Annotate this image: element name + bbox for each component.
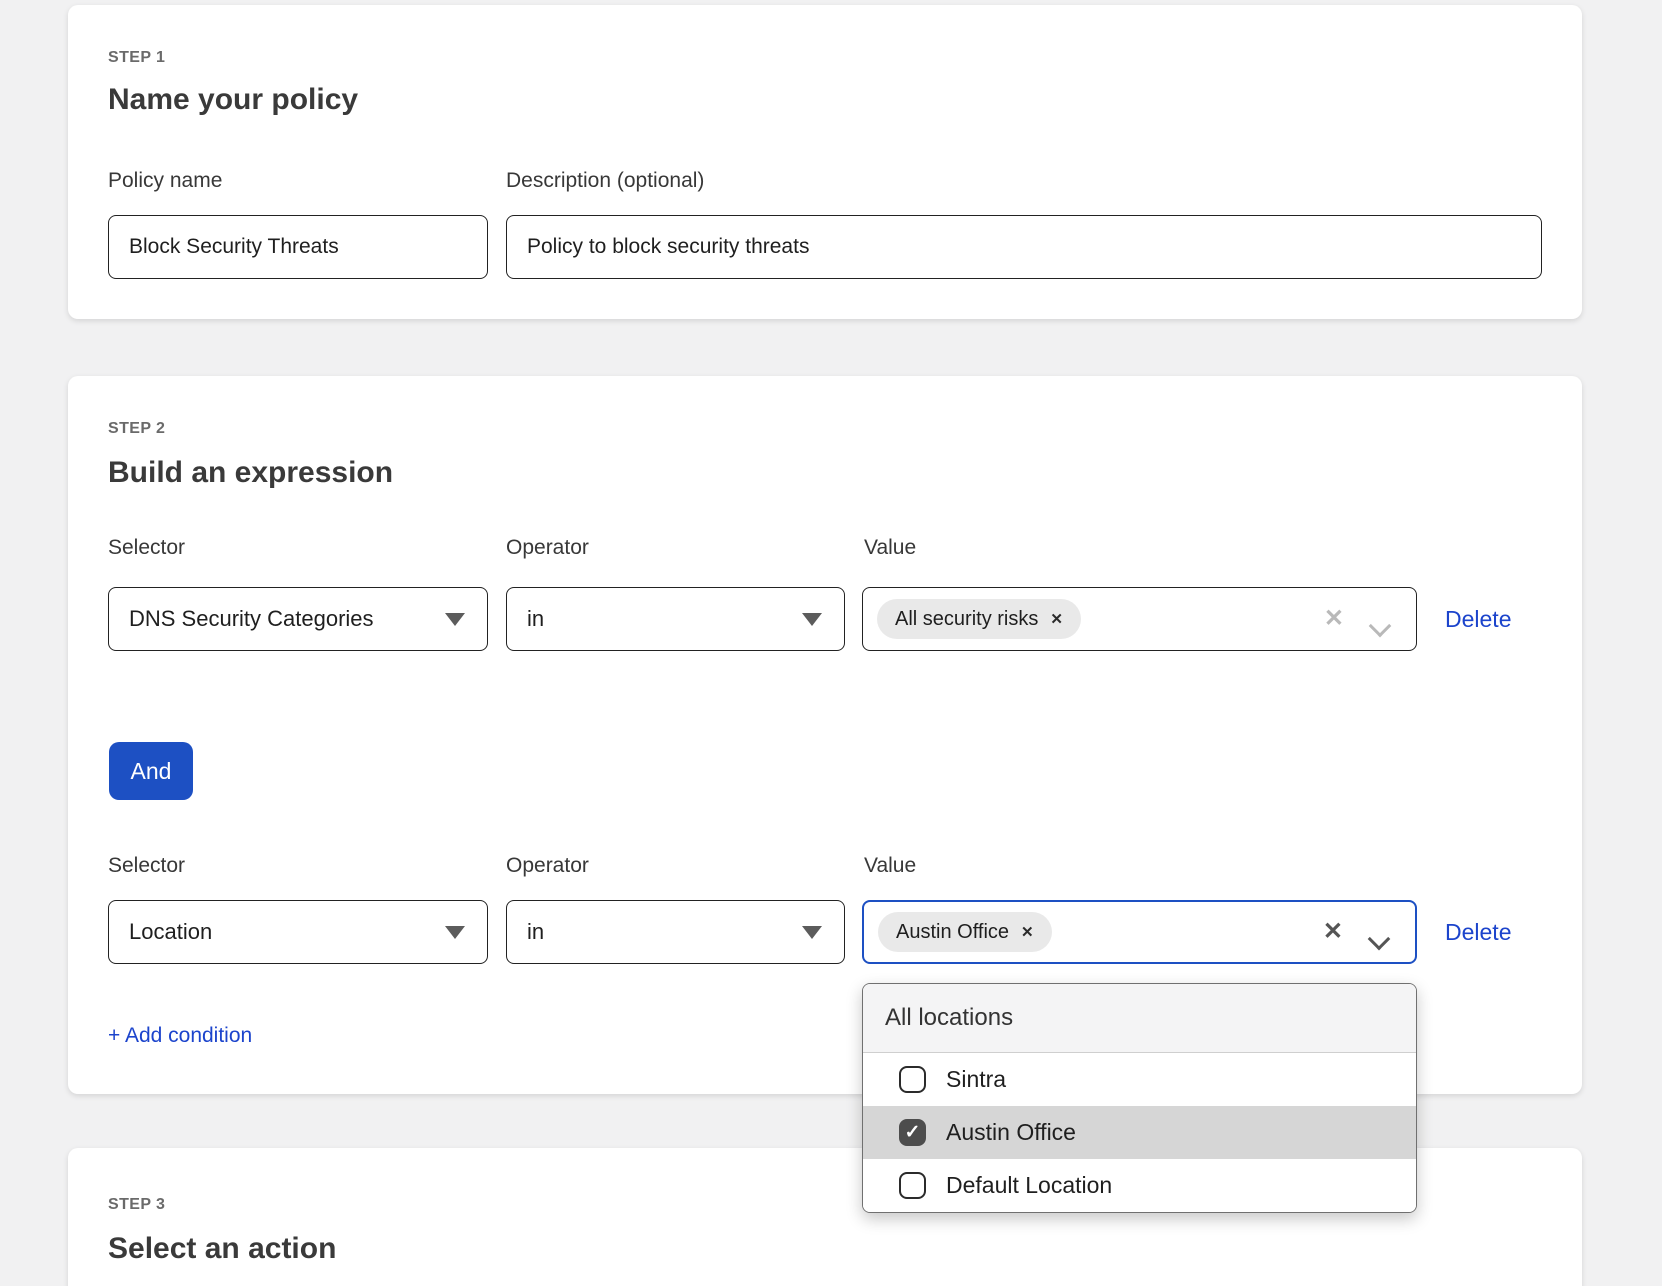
tag-remove-icon[interactable]: ✕ bbox=[1050, 610, 1063, 628]
value-tag: All security risks ✕ bbox=[877, 599, 1081, 639]
step2-title: Build an expression bbox=[108, 456, 393, 490]
check-icon: ✓ bbox=[905, 1123, 921, 1142]
value-tag-label: All security risks bbox=[895, 608, 1038, 631]
checkbox-unchecked[interactable] bbox=[899, 1172, 926, 1199]
value-field-1[interactable]: All security risks ✕ ✕ bbox=[862, 587, 1417, 651]
delete-condition-2-button[interactable]: Delete bbox=[1445, 919, 1511, 946]
step1-title: Name your policy bbox=[108, 83, 358, 117]
delete-condition-1-button[interactable]: Delete bbox=[1445, 606, 1511, 633]
policy-name-label: Policy name bbox=[108, 169, 222, 193]
and-button[interactable]: And bbox=[109, 742, 193, 800]
dropdown-arrow-icon bbox=[445, 613, 465, 626]
clear-selection-icon[interactable]: ✕ bbox=[1323, 920, 1343, 944]
selector-select-1[interactable]: DNS Security Categories bbox=[108, 587, 488, 651]
dropdown-option-label: Austin Office bbox=[946, 1119, 1076, 1146]
operator-select-1[interactable]: in bbox=[506, 587, 845, 651]
value-tag-label: Austin Office bbox=[896, 921, 1009, 944]
selector-select-2-value: Location bbox=[129, 919, 212, 945]
dropdown-arrow-icon bbox=[445, 926, 465, 939]
selector-select-2[interactable]: Location bbox=[108, 900, 488, 964]
dropdown-group-all-locations[interactable]: All locations bbox=[863, 984, 1416, 1053]
dropdown-option-label: Default Location bbox=[946, 1172, 1112, 1199]
dropdown-arrow-icon bbox=[802, 613, 822, 626]
operator-select-2[interactable]: in bbox=[506, 900, 845, 964]
operator-column-label: Operator bbox=[506, 854, 589, 878]
add-condition-button[interactable]: + Add condition bbox=[108, 1024, 252, 1048]
operator-column-label: Operator bbox=[506, 536, 589, 560]
dropdown-option-label: Sintra bbox=[946, 1066, 1006, 1093]
dropdown-arrow-icon bbox=[802, 926, 822, 939]
step3-label: STEP 3 bbox=[108, 1196, 165, 1214]
dropdown-option-default-location[interactable]: Default Location bbox=[863, 1159, 1416, 1212]
value-field-2[interactable]: Austin Office ✕ ✕ bbox=[862, 900, 1417, 964]
selector-column-label: Selector bbox=[108, 536, 185, 560]
value-column-label: Value bbox=[864, 536, 916, 560]
operator-select-2-value: in bbox=[527, 919, 544, 945]
step3-title: Select an action bbox=[108, 1232, 336, 1266]
chevron-down-icon[interactable] bbox=[1369, 932, 1387, 950]
location-dropdown-menu: All locations Sintra ✓ Austin Office Def… bbox=[862, 983, 1417, 1213]
dropdown-option-austin-office[interactable]: ✓ Austin Office bbox=[863, 1106, 1416, 1159]
value-column-label: Value bbox=[864, 854, 916, 878]
checkbox-checked[interactable]: ✓ bbox=[899, 1119, 926, 1146]
policy-builder-page: STEP 1 Name your policy Policy name Desc… bbox=[0, 0, 1662, 1286]
checkbox-unchecked[interactable] bbox=[899, 1066, 926, 1093]
tag-remove-icon[interactable]: ✕ bbox=[1021, 923, 1034, 941]
description-label: Description (optional) bbox=[506, 169, 704, 193]
selector-select-1-value: DNS Security Categories bbox=[129, 606, 374, 632]
step1-label: STEP 1 bbox=[108, 49, 165, 67]
chevron-down-icon[interactable] bbox=[1370, 619, 1388, 637]
selector-column-label: Selector bbox=[108, 854, 185, 878]
operator-select-1-value: in bbox=[527, 606, 544, 632]
clear-selection-icon[interactable]: ✕ bbox=[1324, 607, 1344, 631]
step2-label: STEP 2 bbox=[108, 420, 165, 438]
policy-name-input[interactable] bbox=[108, 215, 488, 279]
value-tag: Austin Office ✕ bbox=[878, 912, 1052, 952]
dropdown-option-sintra[interactable]: Sintra bbox=[863, 1053, 1416, 1106]
step1-card: STEP 1 Name your policy Policy name Desc… bbox=[68, 5, 1582, 319]
description-input[interactable] bbox=[506, 215, 1542, 279]
